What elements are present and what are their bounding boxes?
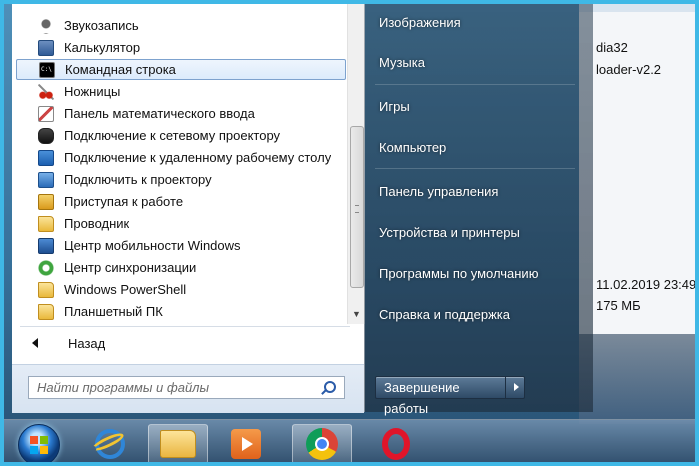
menu-item-pictures[interactable]: Изображения: [379, 15, 461, 30]
math-input-icon: [38, 105, 54, 122]
program-label: Панель математического ввода: [64, 106, 255, 121]
program-item-getting-started[interactable]: Приступая к работе: [16, 191, 346, 212]
background-file-size: 175 МБ: [596, 298, 641, 313]
program-label: Приступая к работе: [64, 194, 184, 209]
scissors-icon: [38, 83, 54, 100]
program-folder-tablet-pc[interactable]: Планшетный ПК: [16, 301, 346, 322]
back-button[interactable]: Назад: [16, 331, 346, 355]
taskbar-opera[interactable]: [366, 424, 426, 462]
background-file-name-1: dia32: [596, 40, 628, 55]
media-player-icon: [231, 429, 261, 459]
program-folder-powershell[interactable]: Windows PowerShell: [16, 279, 346, 300]
scrollbar-thumb[interactable]: [350, 126, 364, 288]
program-item-snipping-tool[interactable]: Ножницы: [16, 81, 346, 102]
program-label: Windows PowerShell: [64, 282, 187, 297]
start-menu-places-panel: Изображения Музыка Игры Компьютер Панель…: [364, 4, 593, 416]
folder-icon: [38, 281, 54, 298]
program-label: Подключение к удаленному рабочему столу: [64, 150, 332, 165]
menu-separator: [375, 168, 575, 169]
search-icon[interactable]: [324, 381, 336, 393]
program-label: Калькулятор: [64, 40, 141, 55]
program-label: Подключение к сетевому проектору: [64, 128, 281, 143]
back-label: Назад: [68, 335, 106, 351]
program-label: Командная строка: [65, 62, 176, 77]
program-label: Центр синхронизации: [64, 260, 197, 275]
sync-center-icon: [38, 259, 54, 276]
taskbar-chrome[interactable]: [292, 424, 352, 462]
calculator-icon: [38, 39, 54, 56]
taskbar-internet-explorer[interactable]: [80, 424, 140, 462]
network-projector-icon: [38, 127, 54, 144]
menu-item-default-programs[interactable]: Программы по умолчанию: [379, 266, 538, 281]
programs-separator: [20, 326, 350, 327]
program-item-calculator[interactable]: Калькулятор: [16, 37, 346, 58]
scroll-down-arrow-icon[interactable]: ▼: [348, 306, 365, 323]
program-item-connect-projector[interactable]: Подключить к проектору: [16, 169, 346, 190]
getting-started-icon: [38, 193, 54, 210]
program-label: Ножницы: [64, 84, 121, 99]
menu-item-control-panel[interactable]: Панель управления: [379, 184, 498, 199]
scrollbar-grip-icon: [355, 205, 359, 213]
program-label: Планшетный ПК: [64, 304, 163, 319]
menu-item-music[interactable]: Музыка: [379, 55, 425, 70]
background-date-modified: 11.02.2019 23:49: [596, 277, 697, 292]
internet-explorer-icon: [95, 429, 125, 459]
program-item-command-prompt[interactable]: C:\ Командная строка: [16, 59, 346, 80]
programs-scrollbar[interactable]: ▼: [347, 4, 365, 324]
menu-separator: [375, 84, 575, 85]
program-item-sync-center[interactable]: Центр синхронизации: [16, 257, 346, 278]
opera-icon: [382, 428, 410, 460]
command-prompt-icon: C:\: [39, 61, 55, 78]
background-window-strip: [579, 4, 695, 12]
menu-item-computer[interactable]: Компьютер: [379, 140, 446, 155]
taskbar: [4, 419, 695, 462]
program-item-explorer[interactable]: Проводник: [16, 213, 346, 234]
program-item-remote-desktop[interactable]: Подключение к удаленному рабочему столу: [16, 147, 346, 168]
menu-item-games[interactable]: Игры: [379, 99, 410, 114]
file-explorer-icon: [160, 430, 196, 458]
microphone-icon: [38, 18, 54, 34]
background-desktop-area: [579, 334, 695, 424]
search-input[interactable]: Найти программы и файлы: [28, 376, 345, 399]
menu-item-devices-printers[interactable]: Устройства и принтеры: [379, 225, 520, 240]
folder-icon: [38, 303, 54, 320]
explorer-folder-icon: [38, 215, 54, 232]
projector-icon: [38, 171, 54, 188]
menu-item-help-support[interactable]: Справка и поддержка: [379, 307, 510, 322]
back-arrow-icon: [32, 338, 38, 348]
windows-logo-icon: [30, 436, 48, 454]
mobility-center-icon: [38, 237, 54, 254]
search-area: Найти программы и файлы: [12, 364, 364, 413]
shutdown-group: Завершение работы: [375, 376, 525, 416]
chrome-icon: [306, 428, 338, 460]
program-label: Подключить к проектору: [64, 172, 212, 187]
program-label: Проводник: [64, 216, 130, 231]
shutdown-options-arrow-icon[interactable]: [505, 376, 525, 399]
background-file-name-2: loader-v2.2: [596, 62, 662, 77]
start-orb-button[interactable]: [18, 424, 60, 462]
taskbar-file-explorer[interactable]: [148, 424, 208, 462]
program-item-network-projector[interactable]: Подключение к сетевому проектору: [16, 125, 346, 146]
screenshot-frame: dia32 loader-v2.2 11.02.2019 23:49 175 М…: [0, 0, 699, 466]
shutdown-button[interactable]: Завершение работы: [375, 376, 506, 416]
program-item-math-input[interactable]: Панель математического ввода: [16, 103, 346, 124]
start-menu-programs-panel: Звукозапись Калькулятор C:\ Командная ст…: [12, 4, 365, 413]
program-label: Центр мобильности Windows: [64, 238, 241, 253]
program-item-sound-recorder[interactable]: Звукозапись: [16, 15, 346, 36]
program-item-mobility-center[interactable]: Центр мобильности Windows: [16, 235, 346, 256]
taskbar-media-player[interactable]: [216, 424, 276, 462]
list-item-partial: [16, 4, 346, 10]
remote-desktop-icon: [38, 149, 54, 166]
program-label: Звукозапись: [64, 18, 139, 33]
all-programs-list: Звукозапись Калькулятор C:\ Командная ст…: [12, 4, 347, 324]
